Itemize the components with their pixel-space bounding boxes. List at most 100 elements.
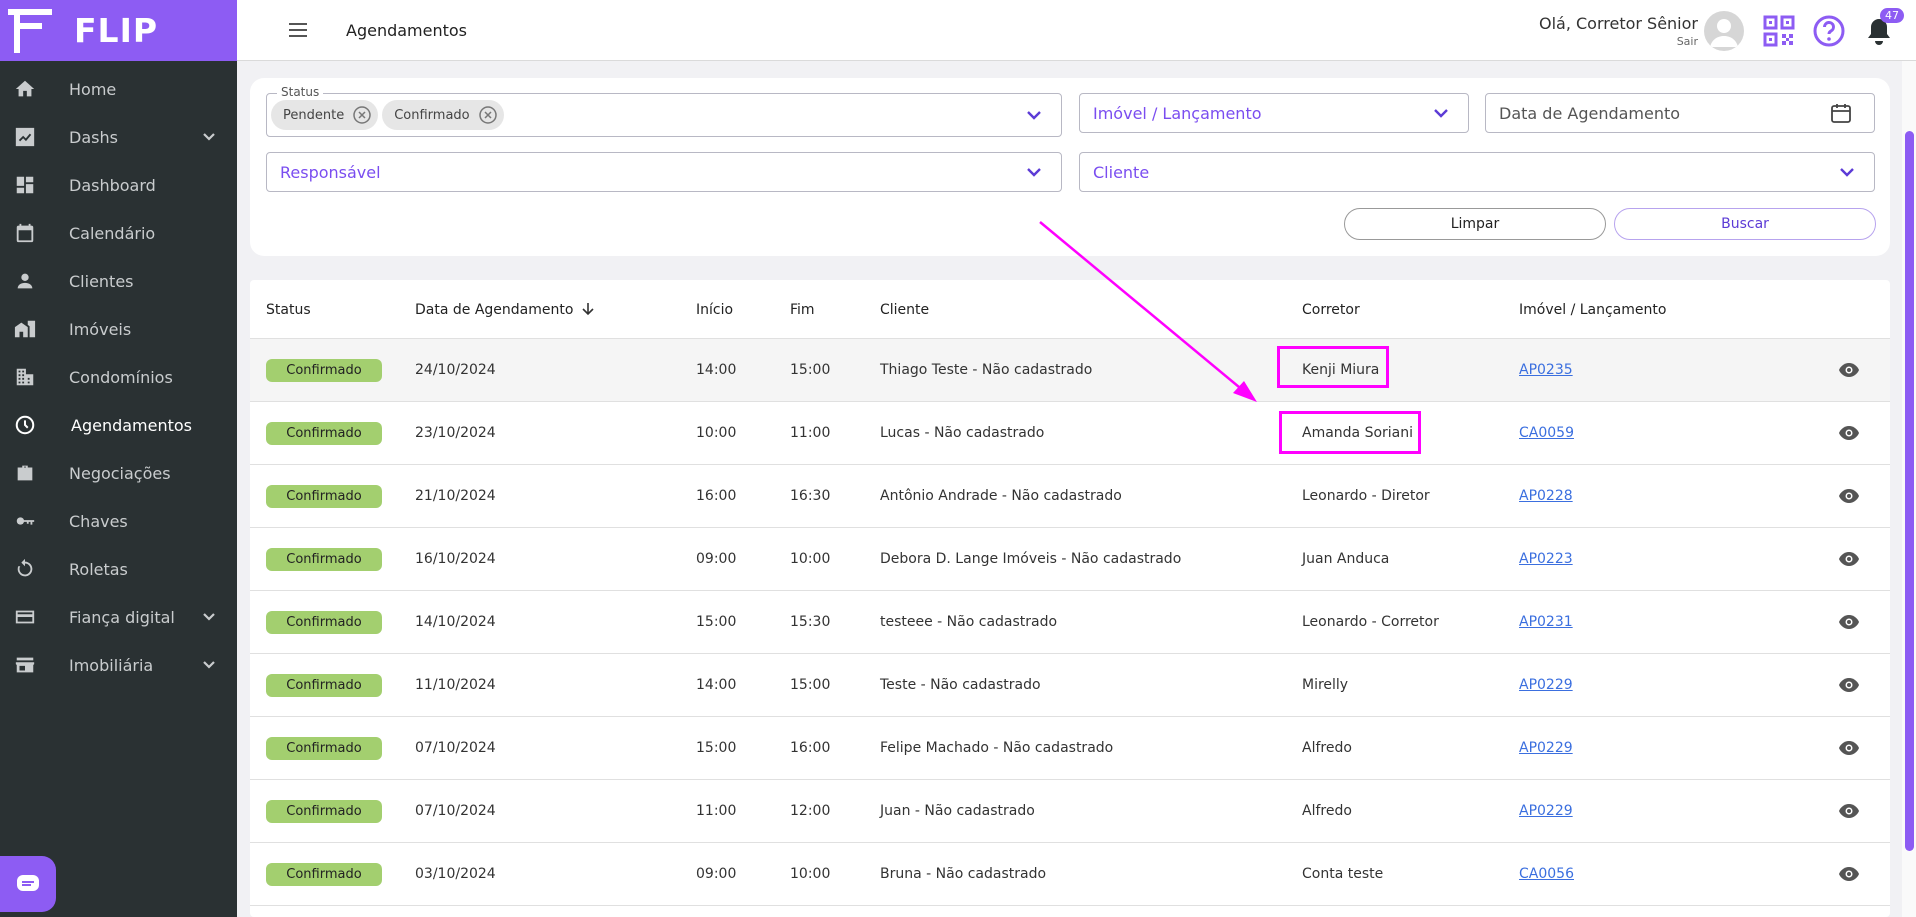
sidebar-item-clientes[interactable]: Clientes — [0, 257, 237, 305]
eye-icon[interactable] — [1838, 739, 1860, 757]
logout-link[interactable]: Sair — [1539, 35, 1698, 48]
brand-header[interactable]: FLIP — [0, 0, 237, 61]
status-multiselect[interactable]: Status Pendente Confirmado — [266, 85, 1062, 137]
topbar: Agendamentos Olá, Corretor Sênior Sair 4… — [237, 0, 1916, 61]
eye-icon[interactable] — [1838, 865, 1860, 883]
col-date-label: Data de Agendamento — [415, 302, 574, 318]
col-property[interactable]: Imóvel / Lançamento — [1519, 302, 1666, 318]
avatar[interactable] — [1704, 10, 1744, 51]
sidebar-item-dashboard[interactable]: Dashboard — [0, 161, 237, 209]
property-link[interactable]: CA0056 — [1519, 866, 1574, 882]
table-row[interactable]: Confirmado 03/10/2024 09:00 10:00 Bruna - Nã… — [250, 843, 1890, 906]
cliente-placeholder: Cliente — [1093, 162, 1150, 182]
table-row[interactable]: Confirmado 24/10/2024 14:00 15:00 Thiago Tes… — [250, 339, 1890, 402]
col-client[interactable]: Cliente — [880, 302, 929, 318]
eye-icon[interactable] — [1838, 550, 1860, 568]
eye-icon[interactable] — [1838, 487, 1860, 505]
page-title: Agendamentos — [346, 20, 468, 40]
cliente-select[interactable]: Cliente — [1079, 152, 1875, 192]
chevron-down-icon[interactable] — [1432, 104, 1450, 122]
property-link[interactable]: AP0229 — [1519, 740, 1573, 756]
sidebar-item-chaves[interactable]: Chaves — [0, 497, 237, 545]
col-status[interactable]: Status — [266, 302, 311, 318]
eye-icon[interactable] — [1838, 676, 1860, 694]
chat-button[interactable] — [0, 856, 56, 912]
arrow-down-icon — [582, 303, 594, 316]
sidebar-item-agendamentos[interactable]: Agendamentos — [0, 401, 237, 449]
eye-icon[interactable] — [1838, 613, 1860, 631]
date-cell: 03/10/2024 — [415, 866, 496, 882]
search-button[interactable]: Buscar — [1614, 208, 1876, 240]
date-field[interactable]: Data de Agendamento — [1485, 93, 1875, 133]
sidebar-item-label: Condomínios — [69, 367, 173, 387]
user-greeting: Olá, Corretor Sênior Sair — [1539, 14, 1698, 48]
rotate-icon — [14, 558, 36, 580]
eye-icon[interactable] — [1838, 802, 1860, 820]
col-broker[interactable]: Corretor — [1302, 302, 1360, 318]
chart-icon — [14, 126, 36, 148]
home-icon — [14, 78, 36, 100]
qr-code-icon[interactable] — [1762, 14, 1796, 48]
sidebar-item-negociacoes[interactable]: Negociações — [0, 449, 237, 497]
property-link[interactable]: AP0231 — [1519, 614, 1573, 630]
status-chip-confirmado[interactable]: Confirmado — [382, 100, 504, 130]
sidebar-item-imobiliaria[interactable]: Imobiliária — [0, 641, 237, 689]
scrollbar-track[interactable] — [1902, 61, 1916, 917]
responsavel-select[interactable]: Responsável — [266, 152, 1062, 192]
property-link[interactable]: AP0229 — [1519, 677, 1573, 693]
flip-logo-icon — [8, 8, 52, 53]
sidebar-item-condominios[interactable]: Condomínios — [0, 353, 237, 401]
end-cell: 10:00 — [790, 866, 831, 882]
calendar-icon[interactable] — [1830, 102, 1852, 124]
notifications-bell-icon[interactable]: 47 — [1862, 7, 1904, 48]
date-cell: 24/10/2024 — [415, 362, 496, 378]
start-cell: 11:00 — [696, 803, 737, 819]
client-cell: testeee - Não cadastrado — [880, 614, 1058, 630]
chevron-down-icon[interactable] — [1025, 106, 1043, 124]
date-cell: 16/10/2024 — [415, 551, 496, 567]
status-chip-pendente[interactable]: Pendente — [271, 100, 379, 130]
imovel-select[interactable]: Imóvel / Lançamento — [1079, 93, 1469, 133]
eye-icon[interactable] — [1838, 424, 1860, 442]
table-row[interactable]: Confirmado 14/10/2024 15:00 15:30 testeee - … — [250, 591, 1890, 654]
help-icon[interactable] — [1812, 14, 1846, 48]
key-icon — [14, 510, 36, 532]
end-cell: 16:30 — [790, 488, 831, 504]
chevron-down-icon[interactable] — [1838, 163, 1856, 181]
table-row[interactable]: Confirmado 07/10/2024 11:00 12:00 Juan - Não… — [250, 780, 1890, 843]
date-cell: 11/10/2024 — [415, 677, 496, 693]
col-end[interactable]: Fim — [790, 302, 815, 318]
table-row[interactable]: Confirmado 21/10/2024 16:00 16:30 Antônio An… — [250, 465, 1890, 528]
close-icon[interactable] — [352, 105, 372, 125]
sidebar-item-calendario[interactable]: Calendário — [0, 209, 237, 257]
sidebar-item-roletas[interactable]: Roletas — [0, 545, 237, 593]
sidebar-item-dashs[interactable]: Dashs — [0, 113, 237, 161]
property-link[interactable]: AP0229 — [1519, 803, 1573, 819]
col-date-sorted[interactable]: Data de Agendamento — [415, 302, 594, 318]
close-icon[interactable] — [478, 105, 498, 125]
clear-button[interactable]: Limpar — [1344, 208, 1606, 240]
hamburger-menu-icon[interactable] — [287, 19, 309, 41]
status-badge: Confirmado — [266, 737, 382, 760]
eye-icon[interactable] — [1838, 361, 1860, 379]
table-row[interactable]: Confirmado 07/10/2024 15:00 16:00 Felipe Mac… — [250, 717, 1890, 780]
broker-cell: Alfredo — [1302, 740, 1352, 756]
property-link[interactable]: AP0228 — [1519, 488, 1573, 504]
status-badge: Confirmado — [266, 800, 382, 823]
client-cell: Lucas - Não cadastrado — [880, 425, 1045, 441]
chevron-down-icon[interactable] — [1025, 163, 1043, 181]
sidebar-item-fianca-digital[interactable]: Fiança digital — [0, 593, 237, 641]
property-link[interactable]: AP0235 — [1519, 362, 1573, 378]
table-row[interactable]: Confirmado 23/10/2024 10:00 11:00 Lucas - Nã… — [250, 402, 1890, 465]
table-row[interactable]: Confirmado 16/10/2024 09:00 10:00 Debora D. … — [250, 528, 1890, 591]
property-link[interactable]: AP0223 — [1519, 551, 1573, 567]
sidebar-item-home[interactable]: Home — [0, 65, 237, 113]
calendar-icon — [14, 222, 36, 244]
table-row[interactable]: Confirmado 11/10/2024 14:00 15:00 Teste - Nã… — [250, 654, 1890, 717]
scrollbar-thumb[interactable] — [1905, 131, 1914, 851]
appointments-table: Status Data de Agendamento Início Fim Cl… — [250, 280, 1890, 917]
sidebar-item-imoveis[interactable]: Imóveis — [0, 305, 237, 353]
property-link[interactable]: CA0059 — [1519, 425, 1574, 441]
col-start[interactable]: Início — [696, 302, 733, 318]
highlight-box — [1279, 411, 1421, 454]
